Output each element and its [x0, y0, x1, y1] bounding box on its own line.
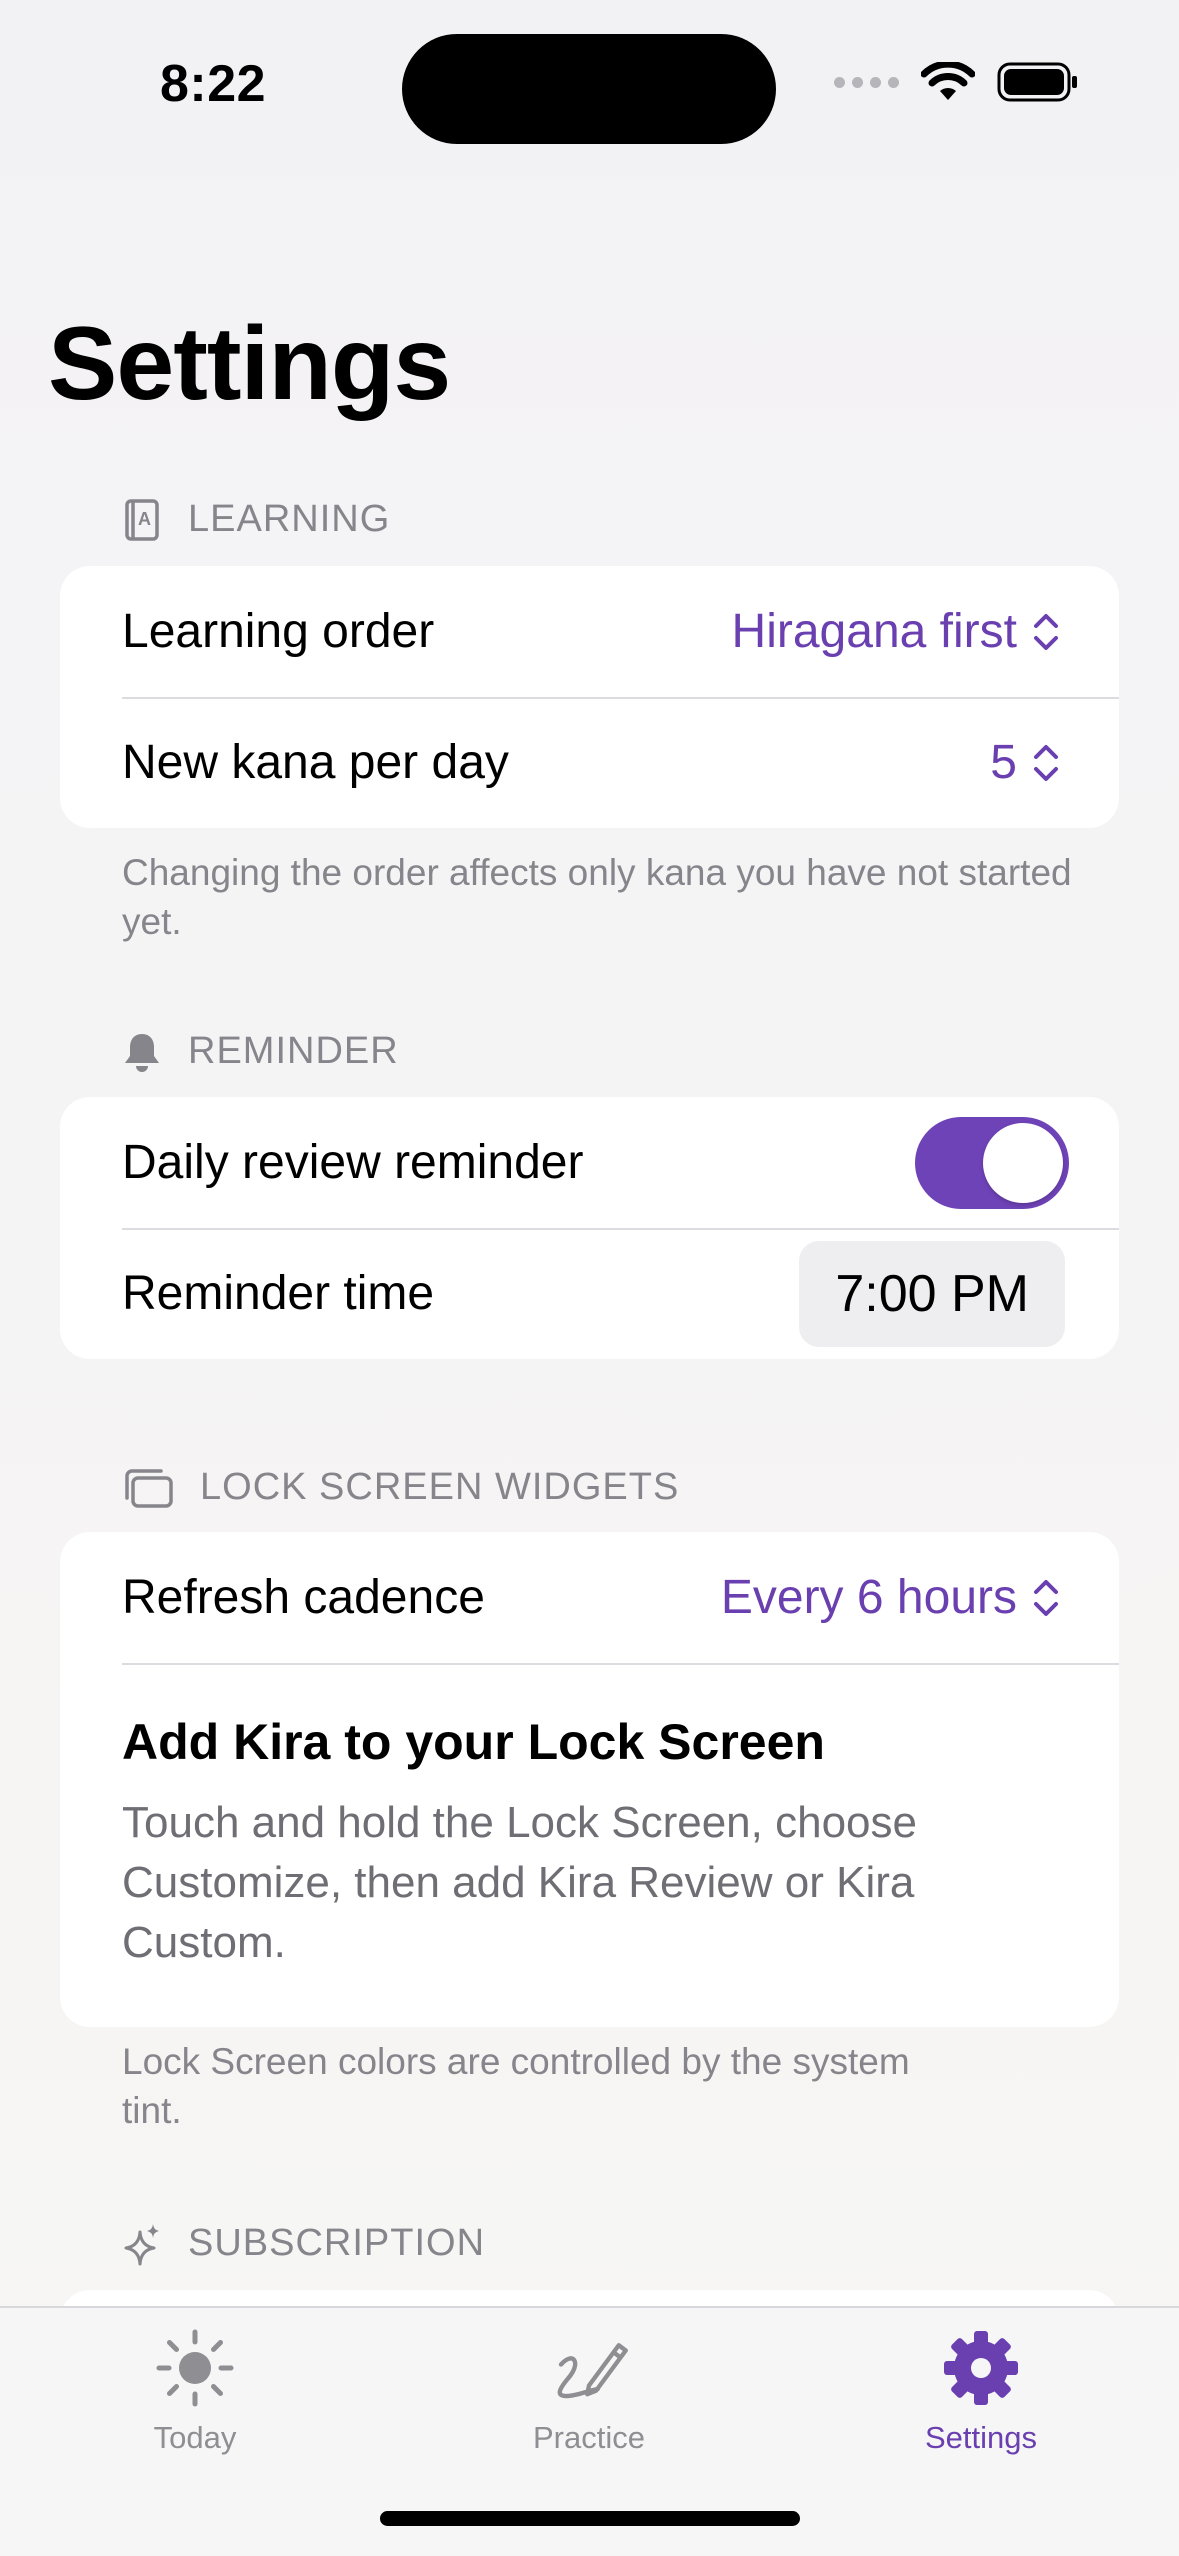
svg-text:A: A: [138, 509, 152, 529]
section-header-label: LOCK SCREEN WIDGETS: [200, 1466, 680, 1508]
lock-screen-instructions: Add Kira to your Lock Screen Touch and h…: [60, 1663, 1119, 2027]
reminder-time-picker[interactable]: 7:00 PM: [799, 1240, 1065, 1347]
refresh-cadence-label: Refresh cadence: [122, 1571, 485, 1624]
gear-icon: [939, 2326, 1023, 2410]
learning-order-row[interactable]: Learning order Hiragana first: [60, 566, 1119, 697]
section-header-reminder: REMINDER: [122, 1030, 399, 1073]
toggle-knob: [983, 1122, 1063, 1203]
instructions-title: Add Kira to your Lock Screen: [122, 1714, 825, 1770]
widgets-card: Refresh cadence Every 6 hours Add Kira t…: [60, 1532, 1119, 2027]
bell-icon: [122, 1032, 162, 1072]
learning-footer-note: Changing the order affects only kana you…: [122, 852, 1072, 942]
new-kana-value: 5: [990, 736, 1017, 789]
reminder-card: Daily review reminder Reminder time 7:00…: [60, 1097, 1119, 1359]
battery-icon: [997, 62, 1077, 102]
status-time: 8:22: [160, 55, 267, 113]
sparkles-icon: [122, 2223, 162, 2265]
learning-card: Learning order Hiragana first New kana p…: [60, 566, 1119, 828]
cellular-signal-icon: [834, 76, 899, 88]
tab-label-practice: Practice: [533, 2420, 645, 2455]
instructions-description: Touch and hold the Lock Screen, choose C…: [122, 1798, 917, 1967]
tab-settings[interactable]: Settings: [851, 2326, 1111, 2456]
tab-label-today: Today: [153, 2420, 237, 2455]
learning-order-value: Hiragana first: [731, 605, 1017, 658]
book-icon: A: [122, 498, 162, 541]
section-header-label: REMINDER: [188, 1030, 399, 1072]
daily-reminder-label: Daily review reminder: [122, 1136, 584, 1189]
chevron-up-down-icon: [1034, 613, 1058, 650]
section-header-label: LEARNING: [188, 498, 391, 540]
refresh-cadence-picker[interactable]: Every 6 hours: [721, 1570, 1061, 1625]
new-kana-row[interactable]: New kana per day 5: [60, 697, 1119, 828]
section-header-subscription: SUBSCRIPTION: [122, 2222, 485, 2265]
refresh-cadence-value: Every 6 hours: [720, 1571, 1017, 1624]
status-icons: [834, 62, 1079, 102]
widgets-icon: [122, 1468, 174, 1508]
reminder-time-row: Reminder time 7:00 PM: [60, 1228, 1119, 1359]
new-kana-label: New kana per day: [122, 736, 509, 789]
new-kana-picker[interactable]: 5: [990, 735, 1061, 790]
home-indicator[interactable]: [380, 2511, 800, 2526]
widgets-footer-note: Lock Screen colors are controlled by the…: [122, 2041, 910, 2131]
learning-order-picker[interactable]: Hiragana first: [732, 604, 1061, 659]
daily-reminder-row: Daily review reminder: [60, 1097, 1119, 1228]
section-header-learning: A LEARNING: [122, 498, 390, 541]
settings-screen: 8:22 Settings A LEARNING Learning order …: [0, 0, 1179, 2556]
chevron-up-down-icon: [1034, 744, 1058, 781]
tab-practice[interactable]: Practice: [459, 2326, 719, 2456]
tab-today[interactable]: Today: [65, 2326, 325, 2456]
tab-label-settings: Settings: [924, 2420, 1037, 2455]
page-title: Settings: [48, 306, 451, 422]
dynamic-island: [402, 34, 776, 144]
wifi-icon: [921, 62, 975, 100]
refresh-cadence-row[interactable]: Refresh cadence Every 6 hours: [60, 1532, 1119, 1663]
learning-order-label: Learning order: [122, 605, 435, 658]
section-header-widgets: LOCK SCREEN WIDGETS: [122, 1466, 679, 1509]
sun-icon: [153, 2326, 237, 2410]
section-header-label: SUBSCRIPTION: [188, 2222, 486, 2264]
chevron-up-down-icon: [1034, 1579, 1058, 1616]
pencil-scribble-icon: [547, 2326, 631, 2410]
daily-reminder-toggle[interactable]: [915, 1116, 1069, 1209]
reminder-time-label: Reminder time: [122, 1267, 435, 1320]
